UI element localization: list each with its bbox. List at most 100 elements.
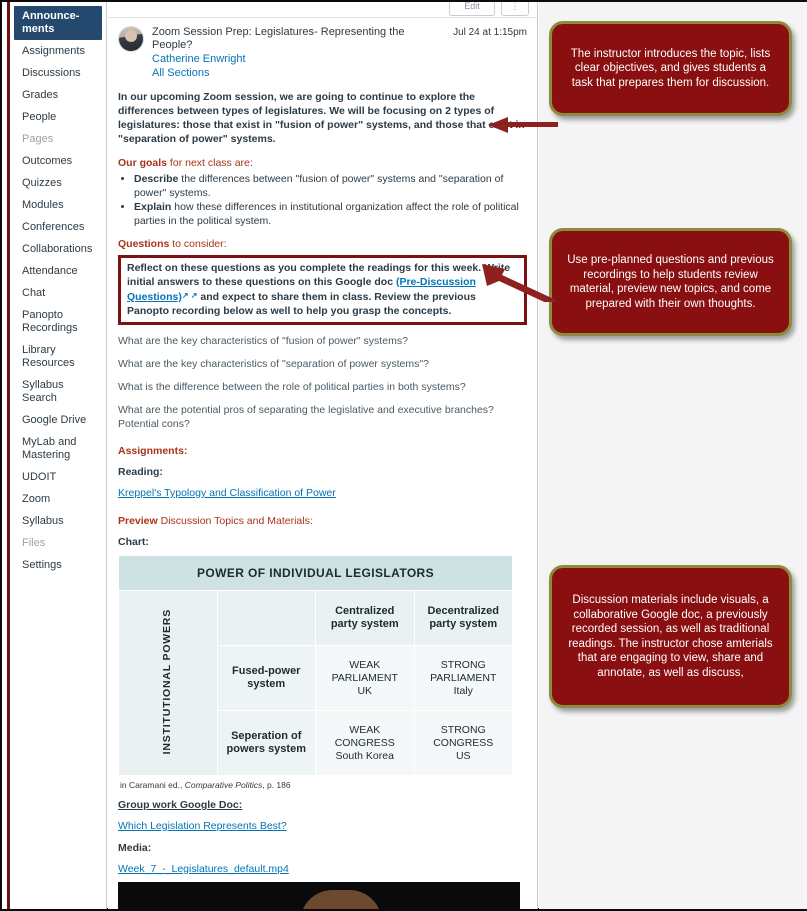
chart-cell-1-0: WEAK CONGRESS South Korea bbox=[315, 710, 415, 776]
screenshot-page: Announce- ments Assignments Discussions Gra… bbox=[0, 0, 807, 911]
course-navigation-sidebar: Announce- ments Assignments Discussions Gra… bbox=[2, 2, 107, 909]
sidebar-item-udoit[interactable]: UDOIT bbox=[10, 467, 102, 488]
sidebar-item-zoom[interactable]: Zoom bbox=[10, 489, 102, 510]
questions-heading-bold: Questions bbox=[118, 238, 170, 250]
sidebar-item-syllabus[interactable]: Syllabus bbox=[10, 511, 102, 532]
col-header-0-line2: party system bbox=[330, 618, 399, 630]
group-doc-link[interactable]: Which Legislation Represents Best? bbox=[118, 820, 527, 832]
announcement-intro: In our upcoming Zoom session, we are goi… bbox=[118, 91, 525, 145]
chart-col-header-0: Centralized party system bbox=[315, 590, 415, 646]
announcement-header: Zoom Session Prep: Legislatures- Represe… bbox=[118, 26, 527, 80]
chart-heading: Chart: bbox=[118, 536, 149, 548]
cell-0-1-body: PARLIAMENT bbox=[430, 671, 497, 684]
group-doc-heading-link[interactable]: Group work Google Doc: bbox=[118, 799, 527, 811]
announcement-date: Jul 24 at 1:15pm bbox=[453, 27, 527, 38]
consider-question: What are the key characteristics of "sep… bbox=[118, 358, 429, 370]
sidebar-item-attendance[interactable]: Attendance bbox=[10, 261, 102, 282]
edit-button[interactable]: Edit bbox=[449, 2, 495, 16]
sidebar-item-conferences[interactable]: Conferences bbox=[10, 217, 102, 238]
annotation-callout-1: The instructor introduces the topic, lis… bbox=[549, 21, 792, 116]
chart-row-axis-label: INSTITUTIONAL POWERS bbox=[118, 590, 218, 776]
chart-cell-1-1: STRONG CONGRESS US bbox=[413, 710, 513, 776]
sidebar-item-syllabus-search[interactable]: Syllabus Search bbox=[10, 375, 102, 409]
announcement-post: Zoom Session Prep: Legislatures- Represe… bbox=[108, 18, 537, 909]
power-of-legislators-chart: POWER OF INDIVIDUAL LEGISLATORS INSTITUT… bbox=[118, 555, 513, 790]
col-header-1-line2: party system bbox=[429, 618, 498, 630]
goal-item-text: how these differences in institutional o… bbox=[134, 201, 519, 227]
sidebar-item-chat[interactable]: Chat bbox=[10, 283, 102, 304]
announcement-meta: Zoom Session Prep: Legislatures- Represe… bbox=[152, 26, 447, 80]
sidebar-item-quizzes[interactable]: Quizzes bbox=[10, 173, 102, 194]
consider-question: What are the key characteristics of "fus… bbox=[118, 335, 408, 347]
chart-column-header-row: INSTITUTIONAL POWERS Centralized party s… bbox=[118, 590, 513, 776]
sidebar-item-pages[interactable]: Pages bbox=[10, 129, 102, 150]
media-file-link[interactable]: Week_7_-_Legislatures_default.mp4 bbox=[118, 863, 527, 875]
chart-row-header-1: Seperation of powers system bbox=[216, 710, 316, 776]
sidebar-item-modules[interactable]: Modules bbox=[10, 195, 102, 216]
goals-heading: Our goals for next class are: bbox=[118, 157, 527, 169]
cell-0-1-strength: STRONG bbox=[440, 658, 486, 671]
cell-1-0-strength: WEAK bbox=[349, 723, 381, 736]
cell-0-1-country: Italy bbox=[453, 684, 473, 697]
cell-1-0-country: South Korea bbox=[335, 749, 394, 762]
annotation-callout-2-text: Use pre-planned questions and previous r… bbox=[567, 254, 774, 310]
announcement-content-pane: Edit ⋮ Zoom Session Prep: Legislatures- … bbox=[108, 2, 538, 909]
group-doc-heading-label: Group work Google Doc: bbox=[118, 799, 243, 811]
avatar bbox=[118, 26, 144, 52]
content-toolbar: Edit ⋮ bbox=[108, 2, 537, 18]
more-options-button[interactable]: ⋮ bbox=[501, 2, 529, 16]
chart-col-header-1: Decentralized party system bbox=[413, 590, 513, 646]
sidebar-item-discussions[interactable]: Discussions bbox=[10, 63, 102, 84]
sidebar-item-outcomes[interactable]: Outcomes bbox=[10, 151, 102, 172]
sidebar-item-files[interactable]: Files bbox=[10, 533, 102, 554]
institutional-powers-label: INSTITUTIONAL POWERS bbox=[161, 608, 174, 755]
announcement-author[interactable]: Catherine Enwright bbox=[152, 52, 447, 66]
annotation-callout-1-text: The instructor introduces the topic, lis… bbox=[570, 47, 771, 89]
reading-heading: Reading: bbox=[118, 466, 163, 478]
row-header-1-line1: Seperation of bbox=[231, 730, 302, 742]
media-heading: Media: bbox=[118, 842, 152, 854]
goal-item-verb: Explain bbox=[134, 201, 172, 213]
sidebar-item-grades[interactable]: Grades bbox=[10, 85, 102, 106]
goal-item: Explain how these differences in institu… bbox=[134, 201, 527, 228]
sidebar-item-people[interactable]: People bbox=[10, 107, 102, 128]
preview-heading-rest: Discussion Topics and Materials: bbox=[157, 515, 313, 527]
page-title: Zoom Session Prep: Legislatures- Represe… bbox=[152, 26, 405, 51]
external-link-icon: ↗ ↗ bbox=[181, 291, 198, 300]
hair bbox=[300, 890, 382, 909]
cell-0-0-country: UK bbox=[357, 684, 373, 697]
goal-item-text: the differences between "fusion of power… bbox=[134, 173, 504, 199]
announcement-sections[interactable]: All Sections bbox=[152, 66, 447, 80]
sidebar-item-google-drive[interactable]: Google Drive bbox=[10, 410, 102, 431]
goal-item-verb: Describe bbox=[134, 173, 179, 185]
video-thumbnail-image bbox=[268, 890, 418, 909]
annotation-arrow-1 bbox=[486, 115, 558, 135]
row-header-0-line2: system bbox=[247, 678, 286, 690]
caption-italic: Comparative Politics bbox=[184, 780, 263, 790]
sidebar-item-collaborations[interactable]: Collaborations bbox=[10, 239, 102, 260]
chart-corner-cell bbox=[216, 590, 316, 646]
sidebar-item-assignments[interactable]: Assignments bbox=[10, 41, 102, 62]
goal-item: Describe the differences between "fusion… bbox=[134, 173, 527, 200]
goals-list: Describe the differences between "fusion… bbox=[118, 173, 527, 228]
sidebar-item-library-resources[interactable]: Library Resources bbox=[10, 340, 102, 374]
consider-question: What is the difference between the role … bbox=[118, 381, 466, 393]
chart-title-row: POWER OF INDIVIDUAL LEGISLATORS bbox=[118, 555, 513, 591]
chart-cell-0-1: STRONG PARLIAMENT Italy bbox=[413, 645, 513, 711]
media-file-link-label: Week_7_-_Legislatures_default.mp4 bbox=[118, 863, 289, 875]
col-header-0-line1: Centralized bbox=[335, 605, 395, 617]
goals-heading-rest: for next class are: bbox=[167, 157, 253, 169]
cell-1-1-country: US bbox=[455, 749, 471, 762]
goals-heading-bold: Our goals bbox=[118, 157, 168, 169]
chart-cell-0-0: WEAK PARLIAMENT UK bbox=[315, 645, 415, 711]
sidebar-item-mylab-and-mastering[interactable]: MyLab and Mastering bbox=[10, 432, 102, 466]
preview-heading-bold: Preview bbox=[118, 515, 158, 527]
col-header-1-line1: Decentralized bbox=[427, 605, 500, 617]
caption-suffix: , p. 186 bbox=[262, 780, 291, 790]
reading-link[interactable]: Kreppel's Typology and Classification of… bbox=[118, 487, 527, 499]
sidebar-item-settings[interactable]: Settings bbox=[10, 555, 102, 576]
sidebar-item-panopto-recordings[interactable]: Panopto Recordings bbox=[10, 305, 102, 339]
sidebar-item-announce--ments[interactable]: Announce- ments bbox=[14, 6, 102, 40]
video-player[interactable] bbox=[118, 882, 520, 909]
highlighted-instructions-box: Reflect on these questions as you comple… bbox=[118, 255, 527, 325]
